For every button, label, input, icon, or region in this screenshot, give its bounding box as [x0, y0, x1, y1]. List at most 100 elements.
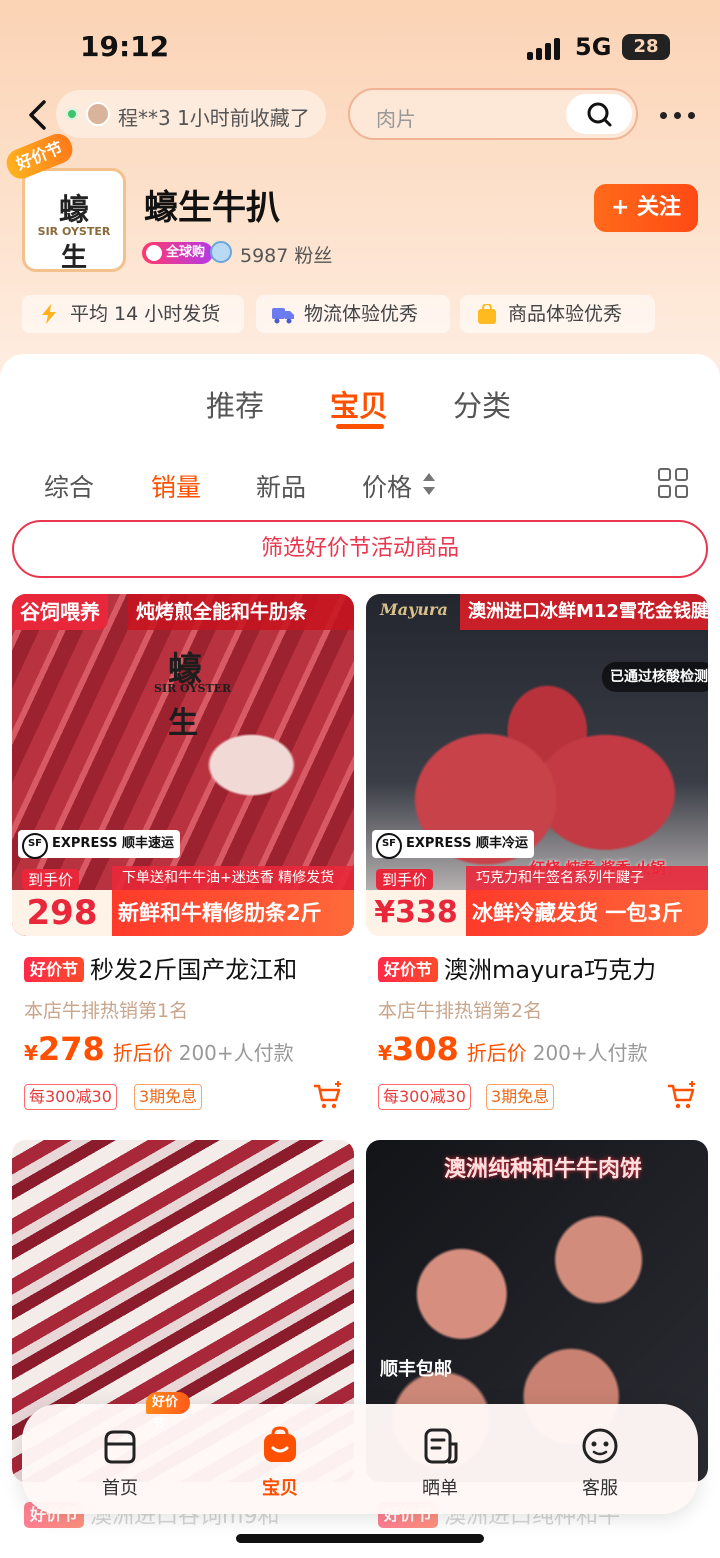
- truck-icon: [272, 308, 294, 324]
- product-1-subline: 下单送和牛牛油+迷迭香 精修发货: [112, 866, 354, 890]
- product-2-sales: 200+人付款: [532, 1041, 648, 1065]
- product-1-promo-installment: 3期免息: [134, 1084, 203, 1110]
- product-1-sales: 200+人付款: [178, 1041, 294, 1065]
- feature-logistics: 物流体验优秀: [256, 295, 450, 333]
- nav-reviews-label: 晒单: [422, 1478, 458, 1499]
- product-2-express-badge: EXPRESS 顺丰冷运: [372, 830, 534, 859]
- product-2-price-label: 到手价: [376, 869, 434, 890]
- feature-product-label: 商品体验优秀: [508, 303, 623, 325]
- bottom-nav: 好价节 首页 宝贝 晒单 客服: [22, 1392, 698, 1514]
- festival-filter-button[interactable]: 筛选好价节活动商品: [12, 520, 708, 578]
- nav-home-badge: 好价节: [146, 1392, 190, 1432]
- avatar: [86, 102, 110, 126]
- product-image-1[interactable]: 谷饲喂养 炖烤煎全能和牛肋条 蠔 SIR OYSTER 生 EXPRESS 顺丰…: [12, 594, 354, 936]
- back-button[interactable]: [22, 98, 56, 132]
- online-dot-icon: [66, 108, 78, 120]
- tab-underline: [336, 424, 384, 429]
- shop-name: 蠔生牛扒: [144, 188, 280, 228]
- product-1-express-badge: EXPRESS 顺丰速运: [18, 830, 180, 859]
- product-2-subline: 巧克力和牛签名系列牛腱子: [466, 866, 708, 890]
- product-1-title-text: 秒发2斤国产龙江和: [90, 956, 298, 982]
- product-2-slogan: 冰鲜冷藏发货 一包3斤: [466, 890, 708, 936]
- more-button[interactable]: [658, 100, 698, 130]
- product-1-rank: 本店牛排热销第1名: [24, 1000, 189, 1022]
- product-1-price-label: 到手价: [22, 869, 80, 890]
- sort-overall[interactable]: 综合: [44, 468, 94, 504]
- festival-badge: 好价节: [378, 957, 439, 982]
- festival-badge: 好价节: [24, 957, 85, 982]
- product-1-title[interactable]: 好价节 秒发2斤国产龙江和: [24, 950, 354, 982]
- search-placeholder: 肉片: [376, 107, 416, 131]
- product-1-brand-mid: SIR OYSTER: [154, 682, 232, 695]
- product-1-brand-bottom: 生: [168, 706, 198, 741]
- lightning-icon: [42, 304, 56, 324]
- grid-layout-icon[interactable]: [658, 468, 688, 498]
- feature-product: 商品体验优秀: [460, 295, 655, 333]
- feature-shipping: 平均 14 小时发货: [22, 295, 244, 333]
- toast-text: 程**3 1小时前收藏了: [118, 106, 310, 130]
- follow-button[interactable]: + 关注: [594, 184, 698, 232]
- after-discount-label: 折后价: [112, 1041, 173, 1065]
- product-2-brand: Mayura: [380, 600, 448, 619]
- add-to-cart-icon[interactable]: [666, 1080, 698, 1112]
- fans-count: 5987 粉丝: [240, 245, 333, 267]
- status-time: 19:12: [80, 30, 170, 63]
- top-nav: 程**3 1小时前收藏了 肉片: [0, 86, 720, 144]
- search-button[interactable]: [566, 94, 632, 134]
- nav-home[interactable]: 好价节 首页: [50, 1392, 190, 1514]
- product-2-tag-right: 澳洲进口冰鲜M12雪花金钱腱: [460, 594, 708, 630]
- product-2-title-text: 澳洲mayura巧克力: [444, 956, 657, 982]
- feature-logistics-label: 物流体验优秀: [304, 303, 419, 325]
- logo-char-top: 蠔: [59, 193, 89, 228]
- network-label: 5G: [575, 33, 612, 61]
- search-input[interactable]: 肉片: [348, 88, 638, 140]
- product-2-promo-installment: 3期免息: [486, 1084, 555, 1110]
- sort-arrows-icon: [423, 473, 435, 495]
- currency-symbol: ¥: [24, 1041, 38, 1065]
- crown-icon: [210, 241, 232, 263]
- nav-home-label: 首页: [102, 1478, 138, 1499]
- tab-category[interactable]: 分类: [453, 383, 511, 425]
- product-1-price-row: ¥278 折后价 200+人付款: [24, 1030, 294, 1070]
- search-icon: [587, 102, 612, 127]
- product-2-price: 308: [391, 1030, 459, 1068]
- after-discount-label: 折后价: [466, 1041, 527, 1065]
- shop-logo[interactable]: 蠔 SIR OYSTER 生: [22, 168, 126, 272]
- product-2-title[interactable]: 好价节 澳洲mayura巧克力: [378, 950, 708, 982]
- shop-home-icon: [104, 1430, 136, 1464]
- battery-icon: 28: [622, 34, 670, 60]
- add-to-cart-icon[interactable]: [312, 1080, 344, 1112]
- nav-service-label: 客服: [582, 1478, 618, 1499]
- product-4-tag: 澳洲纯种和牛牛肉饼: [444, 1157, 643, 1182]
- product-4-stamp: 顺丰包邮: [380, 1359, 452, 1380]
- bag-icon: [478, 304, 496, 324]
- tab-recommend[interactable]: 推荐: [206, 383, 264, 425]
- product-image-2[interactable]: Mayura 澳洲进口冰鲜M12雪花金钱腱 已通过核酸检测 EXPRESS 顺丰…: [366, 594, 708, 936]
- product-2-rank: 本店牛排热销第2名: [378, 1000, 543, 1022]
- product-2-promo-discount: 每300减30: [378, 1084, 471, 1110]
- signal-icon: [527, 38, 563, 60]
- global-badge: 全球购: [142, 242, 214, 264]
- logo-char-bottom: 生: [60, 243, 87, 272]
- tab-items[interactable]: 宝贝: [330, 383, 388, 425]
- nav-items-label: 宝贝: [262, 1478, 298, 1499]
- product-1-image-price: 298: [12, 890, 112, 936]
- review-icon: [424, 1428, 458, 1464]
- activity-toast: 程**3 1小时前收藏了: [56, 90, 326, 138]
- bag-icon: [264, 1426, 296, 1462]
- status-bar: 19:12 5G 28: [0, 0, 720, 90]
- product-1-price: 278: [37, 1030, 105, 1068]
- service-icon: [582, 1428, 618, 1464]
- nav-service[interactable]: 客服: [530, 1404, 670, 1514]
- nav-reviews[interactable]: 晒单: [370, 1404, 510, 1514]
- product-2-image-price: ¥338: [366, 890, 466, 936]
- product-1-slogan: 新鲜和牛精修肋条2斤: [112, 890, 354, 936]
- currency-symbol: ¥: [378, 1041, 392, 1065]
- home-indicator: [236, 1534, 484, 1543]
- sort-price[interactable]: 价格: [362, 468, 412, 504]
- nav-items[interactable]: 宝贝: [210, 1404, 350, 1514]
- sort-sales[interactable]: 销量: [151, 468, 201, 504]
- sort-new[interactable]: 新品: [256, 468, 306, 504]
- product-2-check-badge: 已通过核酸检测: [602, 662, 708, 692]
- product-1-tag-right: 炖烤煎全能和牛肋条: [128, 594, 354, 630]
